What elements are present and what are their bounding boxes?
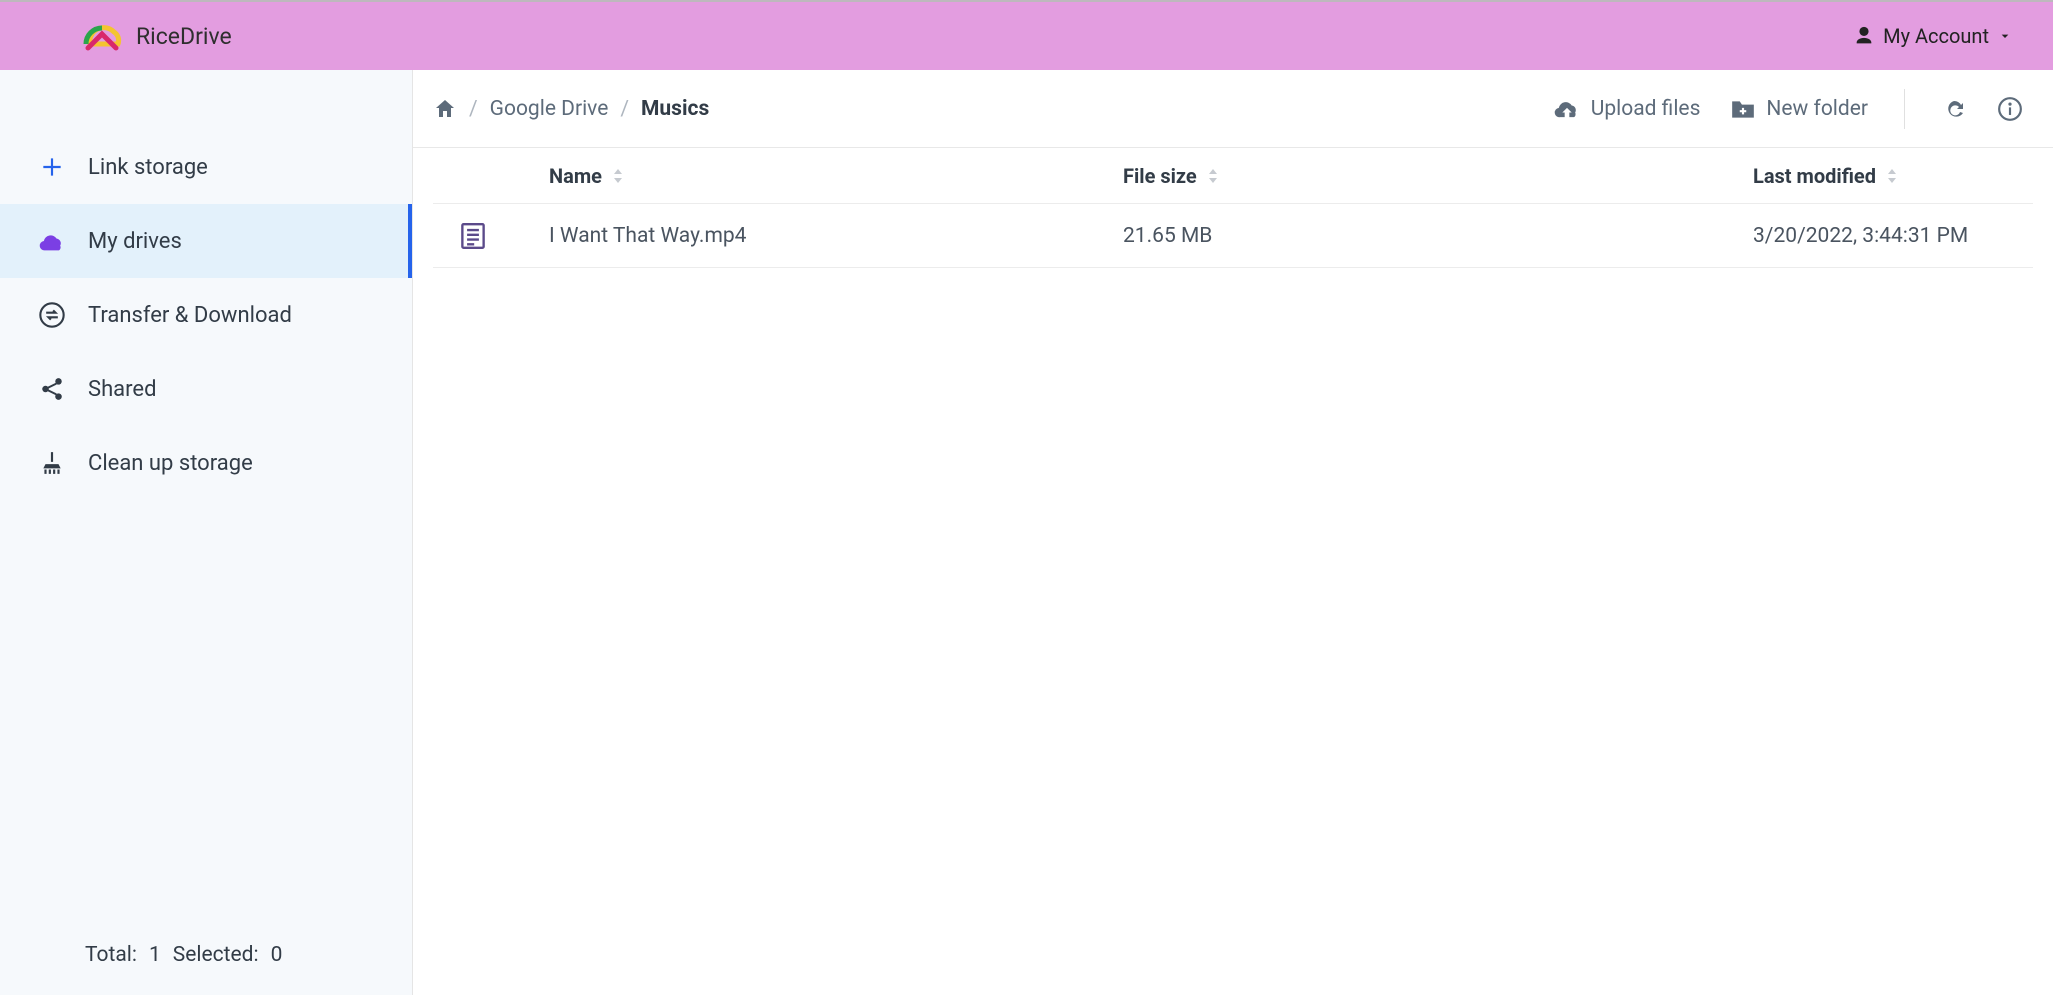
cloud-icon [38,227,66,255]
table-row[interactable]: I Want That Way.mp4 21.65 MB 3/20/2022, … [433,204,2033,268]
breadcrumb-separator: / [469,97,478,121]
sidebar-item-label: Clean up storage [88,451,253,476]
sidebar-item-transfer-download[interactable]: Transfer & Download [0,278,412,352]
selected-value: 0 [271,943,283,967]
new-folder-button[interactable]: New folder [1730,97,1868,121]
brand[interactable]: RiceDrive [80,18,232,54]
sort-icon [612,169,624,183]
column-header-name[interactable]: Name [513,164,1123,188]
file-table: Name File size Last modified [413,148,2053,268]
sort-icon [1886,169,1898,183]
sidebar-item-label: Shared [88,377,156,402]
file-name: I Want That Way.mp4 [513,224,1123,248]
selected-label: Selected: [173,943,259,967]
file-size: 21.65 MB [1123,224,1753,248]
breadcrumb-home[interactable] [433,97,457,121]
breadcrumb-current: Musics [641,97,709,121]
sort-icon [1207,169,1219,183]
plus-icon [38,153,66,181]
file-modified: 3/20/2022, 3:44:31 PM [1753,224,2033,248]
upload-label: Upload files [1591,97,1701,121]
account-menu[interactable]: My Account [1853,24,2013,48]
file-type-icon-cell [433,223,513,249]
folder-plus-icon [1730,98,1756,120]
total-value: 1 [149,943,161,967]
sidebar-item-link-storage[interactable]: Link storage [0,130,412,204]
sidebar-item-my-drives[interactable]: My drives [0,204,412,278]
sidebar: Link storage My drives Transfer & Downlo… [0,70,413,995]
brand-logo-icon [80,18,124,54]
home-icon [433,97,457,121]
main: / Google Drive / Musics Upload files New… [413,70,2053,995]
brand-name: RiceDrive [136,23,232,50]
toolbar-actions: Upload files New folder [1553,89,2023,129]
upload-files-button[interactable]: Upload files [1553,97,1701,121]
toolbar-divider [1904,89,1905,129]
column-header-size[interactable]: File size [1123,164,1753,188]
breadcrumb-separator: / [620,97,629,121]
sidebar-item-shared[interactable]: Shared [0,352,412,426]
sidebar-item-label: My drives [88,229,182,254]
breadcrumb-drive[interactable]: Google Drive [490,97,609,121]
account-label: My Account [1883,24,1989,48]
transfer-icon [38,301,66,329]
nav-list: Link storage My drives Transfer & Downlo… [0,130,412,500]
sidebar-footer: Total: 1 Selected: 0 [0,943,412,995]
topbar: RiceDrive My Account [0,0,2053,70]
person-icon [1853,25,1875,47]
share-icon [38,375,66,403]
info-icon [1997,96,2023,122]
info-button[interactable] [1997,96,2023,122]
file-icon [461,223,485,249]
total-label: Total: [85,943,137,967]
refresh-button[interactable] [1941,96,1967,122]
cloud-upload-icon [1553,98,1581,120]
broom-icon [38,449,66,477]
table-header: Name File size Last modified [433,148,2033,204]
sidebar-item-label: Transfer & Download [88,303,292,328]
chevron-down-icon [1997,28,2013,44]
new-folder-label: New folder [1766,97,1868,121]
column-header-modified[interactable]: Last modified [1753,164,2033,188]
sidebar-item-label: Link storage [88,155,208,180]
breadcrumb: / Google Drive / Musics [433,97,709,121]
toolbar: / Google Drive / Musics Upload files New… [413,70,2053,148]
sidebar-item-clean-up[interactable]: Clean up storage [0,426,412,500]
refresh-icon [1942,97,1966,121]
